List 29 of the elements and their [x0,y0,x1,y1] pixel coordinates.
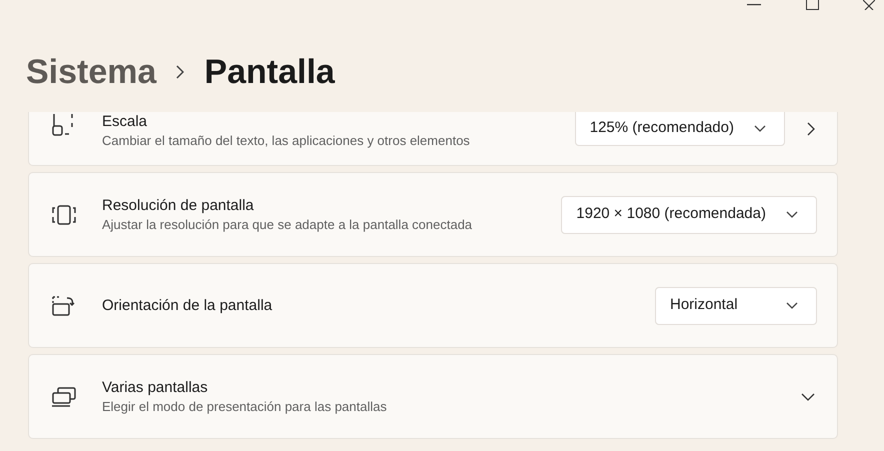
chevron-right-icon [176,65,184,79]
chevron-down-icon [786,302,798,310]
dropdown[interactable]: 1920 × 1080 (recomendada) [561,196,817,234]
minimize-icon[interactable] [747,4,761,6]
setting-title: Varias pantallas [102,378,209,398]
page-title: Pantalla [204,52,335,92]
setting-title: Orientación de la pantalla [102,296,274,316]
monitors-icon [51,386,77,408]
settings-card[interactable]: Escala Cambiar el tamaño del texto, las aplicaciones y otros elementos 125% (recomendado) [28,112,838,166]
scale-icon [51,114,75,136]
settings-card[interactable]: Orientación de la pantalla Horizontal [28,263,838,348]
resolution-icon [51,204,77,224]
maximize-icon[interactable] [806,0,819,10]
chevron-right-icon[interactable] [807,122,815,136]
dropdown[interactable]: Horizontal [655,286,817,324]
setting-description: Elegir el modo de presentación para las pantallas [102,398,388,416]
chevron-down-icon[interactable] [801,392,815,400]
setting-description: Cambiar el tamaño del texto, las aplicaciones y otros elementos [102,132,471,150]
settings-card[interactable]: Resolución de pantalla Ajustar la resolución para que se adapte a la pantalla conectada 1920 × 1080 (recomendada) [28,172,838,257]
chevron-down-icon [786,210,798,218]
setting-description: Ajustar la resolución para que se adapte a la pantalla conectada [102,216,474,234]
dropdown[interactable]: 125% (recomendado) [574,112,785,146]
setting-title: Escala [102,112,148,132]
rotate-screen-icon [51,294,77,316]
settings-card[interactable]: Varias pantallas Elegir el modo de presentación para las pantallas [28,354,838,439]
close-icon[interactable] [863,0,875,10]
setting-title: Resolución de pantalla [102,196,255,216]
breadcrumb-link[interactable]: Sistema [26,46,156,98]
chevron-down-icon [754,124,766,132]
